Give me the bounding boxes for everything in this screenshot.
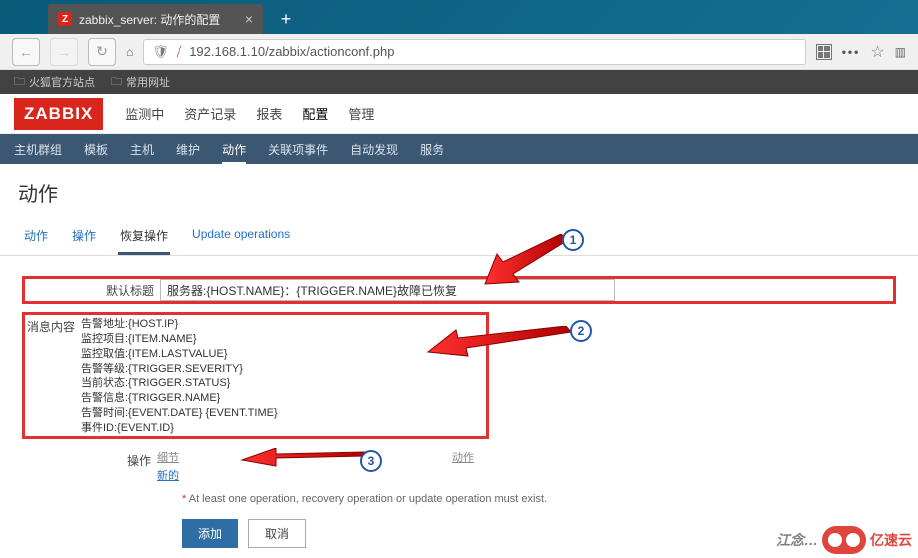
- nav-inventory[interactable]: 资产记录: [184, 104, 236, 123]
- tab-action[interactable]: 动作: [22, 221, 50, 255]
- bookmark-star-icon[interactable]: ☆: [870, 42, 884, 62]
- nav-administration[interactable]: 管理: [348, 104, 374, 123]
- main-nav: 监测中 资产记录 报表 配置 管理: [125, 104, 374, 123]
- subnav-maintenance[interactable]: 维护: [176, 141, 200, 158]
- required-note: * At least one operation, recovery opera…: [182, 493, 896, 505]
- link-new-operation[interactable]: 新的: [157, 470, 179, 482]
- tab-update-operations[interactable]: Update operations: [190, 221, 292, 255]
- subnav-actions[interactable]: 动作: [222, 141, 246, 165]
- tab-operations[interactable]: 操作: [70, 221, 98, 255]
- menu-dots-icon[interactable]: •••: [842, 45, 861, 59]
- label-message: 消息内容: [25, 315, 81, 436]
- nav-monitoring[interactable]: 监测中: [125, 104, 164, 123]
- bookmark-toolbar: 🗀 火狐官方站点 🗀 常用网址: [0, 70, 918, 94]
- new-tab-button[interactable]: +: [271, 4, 301, 34]
- input-default-title[interactable]: [160, 279, 615, 301]
- folder-icon: 🗀: [111, 73, 122, 92]
- watermark: 江念… 亿速云: [776, 526, 912, 554]
- tab-title: zabbix_server: 动作的配置: [79, 11, 238, 28]
- url-text: 192.168.1.10/zabbix/actionconf.php: [189, 44, 394, 59]
- label-operations: 操作: [22, 447, 157, 469]
- browser-tab[interactable]: Z zabbix_server: 动作的配置 ×: [48, 4, 263, 34]
- zabbix-page: ZABBIX 监测中 资产记录 报表 配置 管理 主机群组 模板 主机 维护 动…: [0, 94, 918, 558]
- ops-col-detail[interactable]: 细节: [157, 449, 452, 465]
- bookmark-item[interactable]: 🗀 常用网址: [111, 73, 170, 92]
- close-icon[interactable]: ×: [245, 11, 253, 27]
- folder-icon: 🗀: [14, 73, 25, 92]
- subnav-services[interactable]: 服务: [420, 141, 444, 158]
- subnav-hosts[interactable]: 主机: [130, 141, 154, 158]
- cancel-button[interactable]: 取消: [248, 519, 306, 548]
- zabbix-favicon: Z: [58, 12, 72, 26]
- add-button[interactable]: 添加: [182, 519, 238, 548]
- form-area: 默认标题 消息内容 告警地址:{HOST.IP}监控项目:{ITEM.NAME}…: [0, 256, 918, 558]
- subnav-templates[interactable]: 模板: [84, 141, 108, 158]
- nav-reports[interactable]: 报表: [256, 104, 282, 123]
- nav-configuration[interactable]: 配置: [302, 104, 328, 123]
- address-bar: ← → ↻ ⌂ 🛡 ⧸ 192.168.1.10/zabbix/actionco…: [0, 34, 918, 70]
- subnav-hostgroups[interactable]: 主机群组: [14, 141, 62, 158]
- annotation-box-2: 消息内容 告警地址:{HOST.IP}监控项目:{ITEM.NAME}监控取值:…: [22, 312, 489, 439]
- library-icon[interactable]: ▥: [895, 45, 906, 59]
- watermark-logo-icon: [822, 526, 866, 554]
- zabbix-header: ZABBIX 监测中 资产记录 报表 配置 管理: [0, 94, 918, 134]
- ops-col-action[interactable]: 动作: [452, 449, 474, 465]
- subnav-correlation[interactable]: 关联项事件: [268, 141, 328, 158]
- sub-nav: 主机群组 模板 主机 维护 动作 关联项事件 自动发现 服务: [0, 134, 918, 164]
- operations-table: 细节 动作 新的: [157, 447, 612, 483]
- tab-recovery-operations[interactable]: 恢复操作: [118, 221, 170, 255]
- page-title: 动作: [0, 164, 918, 215]
- forward-button[interactable]: →: [50, 38, 78, 66]
- label-default-title: 默认标题: [25, 279, 160, 301]
- bookmark-item[interactable]: 🗀 火狐官方站点: [14, 73, 95, 92]
- url-input[interactable]: 🛡 ⧸ 192.168.1.10/zabbix/actionconf.php: [143, 39, 805, 65]
- message-body-preview: 告警地址:{HOST.IP}监控项目:{ITEM.NAME}监控取值:{ITEM…: [81, 315, 486, 436]
- qr-icon[interactable]: [816, 44, 832, 60]
- browser-tab-bar: Z zabbix_server: 动作的配置 × +: [0, 0, 918, 34]
- reload-button[interactable]: ↻: [88, 38, 116, 66]
- shield-icon: 🛡: [152, 44, 169, 60]
- insecure-icon: ⧸: [177, 44, 181, 60]
- zabbix-logo[interactable]: ZABBIX: [14, 98, 103, 130]
- home-button[interactable]: ⌂: [126, 45, 133, 59]
- back-button[interactable]: ←: [12, 38, 40, 66]
- subnav-discovery[interactable]: 自动发现: [350, 141, 398, 158]
- annotation-box-1: 默认标题: [22, 276, 896, 304]
- config-tabs: 动作 操作 恢复操作 Update operations: [0, 215, 918, 256]
